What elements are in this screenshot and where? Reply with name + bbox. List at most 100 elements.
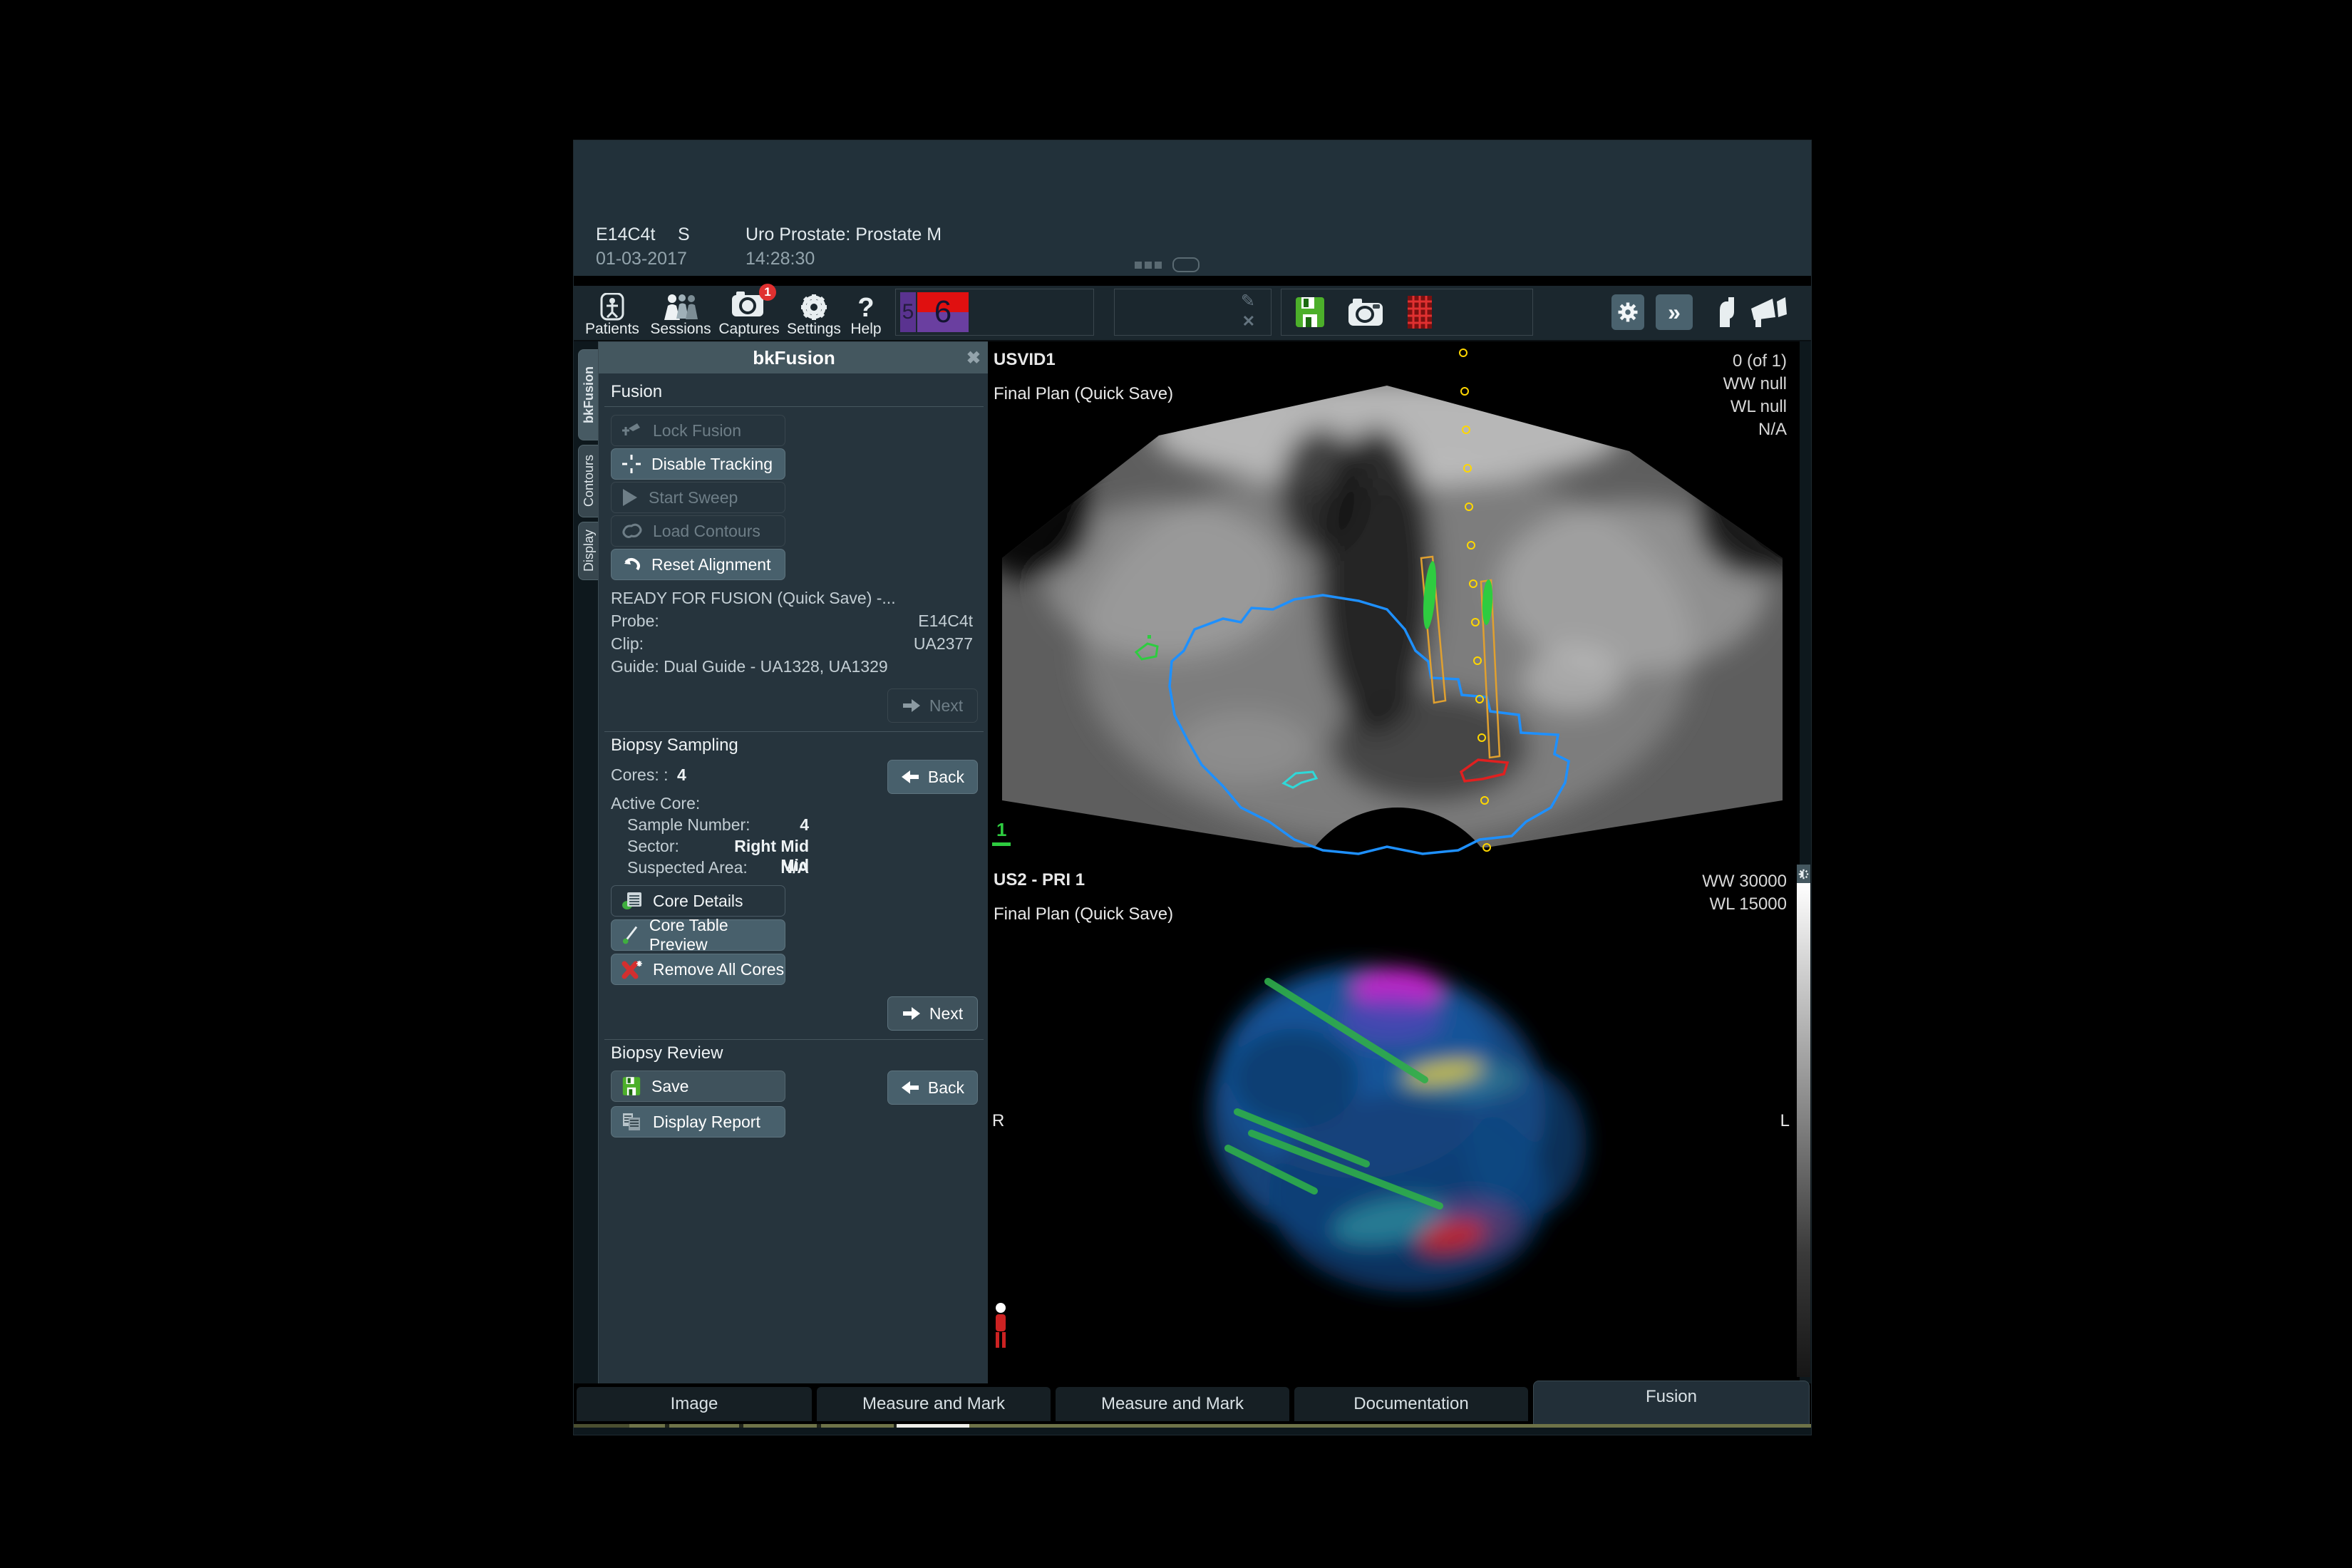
play-icon [621,488,639,507]
study-date: 01-03-2017 [596,249,687,269]
fusion-status-text: READY FOR FUSION (Quick Save) -... [611,589,896,608]
help-button[interactable]: ? Help [845,289,887,337]
captures-button[interactable]: 1 Captures [715,289,783,337]
annotate-box: ✎ ✕ [1114,289,1272,336]
chevrons-right-icon: » [1668,299,1681,326]
display-report-button[interactable]: Display Report [611,1106,785,1138]
clip-label: Clip: [611,634,644,654]
cores-value: 4 [677,765,706,785]
sessions-icon [662,293,699,321]
sampling-section-header: Biopsy Sampling [611,736,738,755]
review-back-button[interactable]: Back [887,1071,978,1105]
bkfusion-panel: bkFusion ✖ Fusion Lock Fusion Disable Tr… [598,341,990,1385]
needle-icon [621,925,639,945]
sampling-next-button[interactable]: Next [887,996,978,1031]
save-clip-icon[interactable] [1294,296,1326,329]
lock-fusion-icon [621,421,643,440]
tracking-crosshair-icon [621,454,641,474]
windowing-slider-track[interactable] [1797,883,1810,1377]
side-tab-bkfusion[interactable]: bkFusion [578,349,599,440]
patient-bar: E14C4t S Uro Prostate: Prostate M 01-03-… [574,140,1811,276]
captures-badge: 1 [759,284,776,301]
guide-line: Guide: Dual Guide - UA1328, UA1329 [611,657,888,676]
capture-group-box [1281,289,1533,336]
patient-status: S [678,225,690,245]
window-edge-bar [574,1424,1811,1428]
suspected-area-value: N/A [706,858,809,877]
clear-annotation-icon[interactable]: ✕ [1242,312,1255,331]
start-sweep-button[interactable]: Start Sweep [611,482,785,513]
disable-tracking-button[interactable]: Disable Tracking [611,448,785,480]
toolbar-settings-button[interactable] [1611,294,1644,330]
us-3d-view[interactable]: US2 - PRI 1 Final Plan (Quick Save) WW 3… [988,865,1797,1376]
indicator-pill-icon [1172,257,1200,272]
remove-x-icon [621,959,643,979]
header-divider [574,276,1811,286]
tab-measure-and-mark-2[interactable]: Measure and Mark [1056,1387,1289,1421]
patients-button[interactable]: Patients [582,289,642,337]
us-2d-view[interactable]: USVID1 Final Plan (Quick Save) 0 (of 1) … [988,344,1797,859]
gear-small-icon [1617,301,1639,323]
snapshot-camera-icon[interactable] [1347,297,1386,327]
undo-arrow-icon [621,555,641,574]
windowing-slider[interactable] [1797,865,1810,1377]
load-contours-button[interactable]: Load Contours [611,515,785,547]
fusion-next-button[interactable]: Next [887,688,978,723]
patients-icon [597,293,627,321]
view-meta-top: 0 (of 1) WW null WL null N/A [1723,350,1787,441]
pencil-icon[interactable]: ✎ [1241,291,1255,311]
layout-tile-left[interactable]: 5 [900,292,916,332]
view-meta-bottom: WW 30000 WL 15000 [1702,870,1787,916]
lock-fusion-button[interactable]: Lock Fusion [611,415,785,446]
view-name-top: USVID1 [994,350,1056,370]
viewport-area: USVID1 Final Plan (Quick Save) 0 (of 1) … [988,341,1800,1383]
orientation-right-label: R [992,1111,1004,1131]
sector-label: Sector: [627,837,679,856]
sampling-back-button[interactable]: Back [887,760,978,794]
review-section-header: Biopsy Review [611,1043,723,1063]
bottom-tab-bar: Image Measure and Mark Measure and Mark … [574,1383,1811,1424]
plan-label-bottom: Final Plan (Quick Save) [994,904,1173,924]
close-icon[interactable]: ✖ [966,348,981,368]
menu-dots-icon[interactable] [1135,262,1163,270]
us-3d-image [988,865,1797,1376]
sessions-button[interactable]: Sessions [646,289,715,337]
patient-id: E14C4t [596,225,655,245]
tab-documentation[interactable]: Documentation [1294,1387,1528,1421]
announcement-icon[interactable] [1748,296,1790,329]
orientation-left-label: L [1780,1111,1790,1131]
panel-title: bkFusion ✖ [599,342,989,373]
core-table-preview-button[interactable]: Core Table Preview [611,919,785,951]
save-floppy-icon [621,1076,641,1096]
layout-tile-right[interactable]: 6 [917,292,969,332]
probe-label: Probe: [611,612,659,631]
arrow-right-icon [902,1006,921,1021]
edge-bar-highlight [897,1424,969,1428]
screen: E14C4t S Uro Prostate: Prostate M 01-03-… [0,0,2352,1568]
probe-icon[interactable] [1711,296,1740,329]
more-tools-button[interactable]: » [1656,294,1693,330]
windowing-gear-icon[interactable] [1797,865,1810,883]
core-details-button[interactable]: Core Details [611,885,785,917]
gear-icon [800,293,828,321]
remove-all-cores-button[interactable]: Remove All Cores [611,954,785,985]
fusion-section-header: Fusion [611,382,662,402]
settings-button[interactable]: Settings [783,289,845,337]
side-tab-display[interactable]: Display [578,522,599,580]
arrow-left-icon [901,770,919,784]
study-name: Uro Prostate: Prostate M [746,225,942,245]
main-toolbar: Patients Sessions 1 Captures [574,286,1811,341]
report-pages-icon [621,1112,643,1132]
tab-image[interactable]: Image [577,1387,812,1421]
grid-capture-icon[interactable] [1407,295,1433,329]
help-icon: ? [857,294,874,321]
side-tab-contours[interactable]: Contours [578,445,599,517]
tab-measure-and-mark-1[interactable]: Measure and Mark [817,1387,1051,1421]
save-button[interactable]: Save [611,1071,785,1102]
reset-alignment-button[interactable]: Reset Alignment [611,549,785,580]
tab-fusion[interactable]: Fusion [1533,1381,1810,1424]
plan-label-top: Final Plan (Quick Save) [994,384,1173,404]
clip-value: UA2377 [834,634,973,654]
core-details-icon [621,891,643,911]
active-core-label: Active Core: [611,794,700,813]
